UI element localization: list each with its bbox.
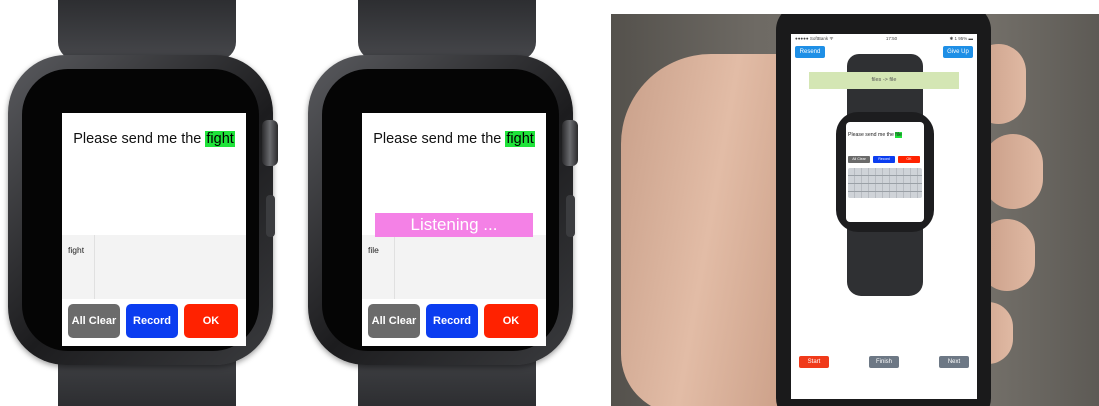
prompt-sentence: Please send me the fight bbox=[362, 131, 546, 147]
preview-band-bottom bbox=[847, 226, 923, 296]
watch-band-top bbox=[358, 0, 536, 60]
ok-button[interactable]: OK bbox=[484, 304, 538, 338]
digital-crown bbox=[562, 120, 578, 166]
listening-indicator: Listening ... bbox=[375, 213, 533, 237]
iphone: ●●●●● SoftBank ᯤ 17:50 ✱ 1 95% ▬ Resend … bbox=[776, 14, 991, 406]
preview-all-clear-button: All Clear bbox=[848, 156, 870, 163]
preview-watch-case: Please send me the file All Clear Record… bbox=[836, 112, 934, 232]
start-button[interactable]: Start bbox=[799, 356, 829, 368]
preview-watch-screen: Please send me the file All Clear Record… bbox=[846, 122, 924, 222]
finger bbox=[983, 134, 1043, 209]
preview-highlight-word: file bbox=[895, 132, 902, 138]
watch-case: Please send me the fight fight All Clear… bbox=[8, 55, 273, 365]
ok-button[interactable]: OK bbox=[184, 304, 238, 338]
watch-screen: Please send me the fight fight All Clear… bbox=[62, 113, 246, 346]
watch-band-top bbox=[58, 0, 236, 60]
phone-screen: ●●●●● SoftBank ᯤ 17:50 ✱ 1 95% ▬ Resend … bbox=[791, 34, 977, 399]
finish-button[interactable]: Finish bbox=[869, 356, 899, 368]
key-row-divider bbox=[848, 191, 922, 192]
prompt-sentence: Please send me the fight bbox=[62, 131, 246, 147]
battery-status: ✱ 1 95% ▬ bbox=[949, 36, 973, 41]
recognized-text-area[interactable]: file bbox=[362, 235, 546, 299]
highlighted-word: fight bbox=[505, 131, 535, 147]
prompt-text: Please send me the bbox=[373, 131, 506, 147]
preview-ok-button: OK bbox=[898, 156, 920, 163]
preview-record-button: Record bbox=[873, 156, 895, 163]
correction-feedback: files -> file bbox=[809, 72, 959, 89]
next-button[interactable]: Next bbox=[939, 356, 969, 368]
phone-photo: ●●●●● SoftBank ᯤ 17:50 ✱ 1 95% ▬ Resend … bbox=[611, 14, 1099, 406]
watch-case: Please send me the fight file Listening … bbox=[308, 55, 573, 365]
carrier-status: ●●●●● SoftBank ᯤ bbox=[795, 36, 834, 41]
resend-button[interactable]: Resend bbox=[795, 46, 825, 58]
recognized-text-area[interactable]: fight bbox=[62, 235, 246, 299]
preview-prompt: Please send me the file bbox=[848, 132, 902, 138]
key-row-divider bbox=[848, 175, 922, 176]
input-divider bbox=[394, 235, 395, 299]
highlighted-word: fight bbox=[205, 131, 235, 147]
record-button[interactable]: Record bbox=[126, 304, 178, 338]
all-clear-button[interactable]: All Clear bbox=[68, 304, 120, 338]
all-clear-button[interactable]: All Clear bbox=[368, 304, 420, 338]
digital-crown bbox=[262, 120, 278, 166]
prompt-text: Please send me the bbox=[73, 131, 206, 147]
watch-bezel: Please send me the fight file Listening … bbox=[322, 69, 559, 351]
input-divider bbox=[94, 235, 95, 299]
watch-bezel: Please send me the fight fight All Clear… bbox=[22, 69, 259, 351]
watch-left: Please send me the fight fight All Clear… bbox=[0, 0, 300, 406]
record-button[interactable]: Record bbox=[426, 304, 478, 338]
side-button bbox=[566, 195, 575, 237]
key-row-divider bbox=[848, 183, 922, 184]
clock: 17:50 bbox=[885, 36, 898, 41]
preview-keyboard bbox=[848, 168, 922, 198]
status-bar: ●●●●● SoftBank ᯤ 17:50 ✱ 1 95% ▬ bbox=[795, 36, 973, 42]
side-button bbox=[266, 195, 275, 237]
watch-screen: Please send me the fight file Listening … bbox=[362, 113, 546, 346]
watch-right: Please send me the fight file Listening … bbox=[300, 0, 600, 406]
recognized-text: fight bbox=[68, 245, 85, 255]
recognized-text: file bbox=[368, 245, 379, 255]
give-up-button[interactable]: Give Up bbox=[943, 46, 973, 58]
preview-prompt-text: Please send me the bbox=[848, 132, 896, 138]
